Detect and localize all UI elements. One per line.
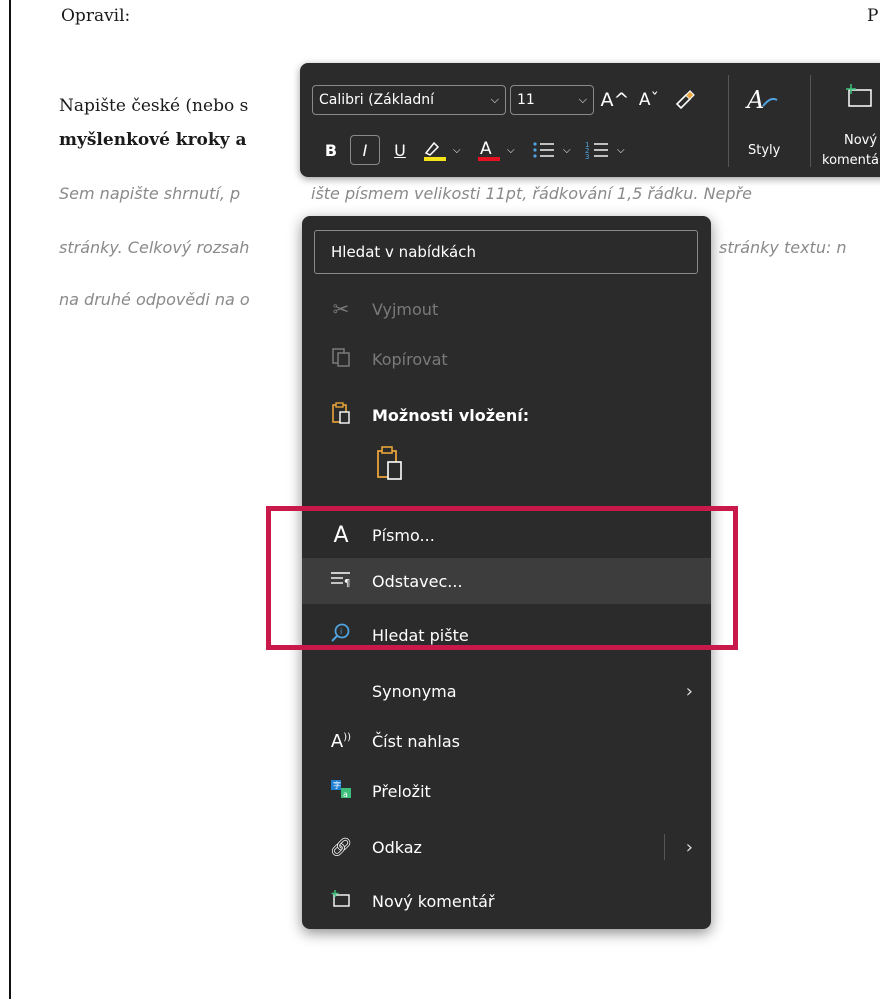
numbering-icon: 123⌵ (585, 141, 625, 161)
submenu-separator (664, 834, 665, 860)
doc-italic-line1-right: ište písmem velikosti 11pt, řádkování 1,… (311, 184, 752, 203)
menu-item-synonyms[interactable]: Synonyma › (302, 668, 711, 714)
italic-button[interactable]: I (350, 135, 380, 165)
menu-item-link[interactable]: 🔗︎ Odkaz › (302, 824, 711, 870)
font-name-value: Calibri (Základní (319, 92, 434, 108)
highlighter-button[interactable]: ⌵ (418, 135, 466, 165)
font-color-icon: A ⌵ (478, 139, 515, 161)
new-comment-icon[interactable] (840, 77, 880, 117)
toolbar-separator (810, 75, 811, 167)
svg-text:⌵: ⌵ (507, 145, 515, 156)
font-size-value: 11 (517, 92, 535, 108)
doc-text-line1: Napište české (nebo s (59, 96, 249, 116)
font-color-button[interactable]: A ⌵ (472, 135, 520, 165)
annotation-highlight-box (266, 506, 738, 650)
bold-button[interactable]: B (318, 135, 344, 165)
translate-icon: 字a (328, 778, 354, 805)
chevron-right-icon: › (685, 680, 693, 702)
underline-button[interactable]: U (388, 135, 412, 165)
doc-italic-line2-right: stránky textu: n (719, 238, 847, 257)
svg-text:⌵: ⌵ (563, 145, 571, 156)
font-name-dropdown[interactable]: Calibri (Základní ⌵ (312, 85, 506, 115)
chevron-down-icon: ⌵ (578, 93, 587, 106)
new-comment-label-2[interactable]: komentář (822, 153, 880, 168)
svg-text:3: 3 (585, 153, 589, 161)
new-comment-label-1[interactable]: Nový (844, 133, 877, 148)
chevron-right-icon[interactable]: › (686, 837, 693, 858)
doc-italic-line2-left: stránky. Celkový rozsah (59, 238, 250, 257)
format-painter-icon[interactable] (670, 85, 700, 115)
read-aloud-icon: A)) (330, 730, 352, 752)
doc-text-line2: myšlenkové kroky a (59, 130, 247, 150)
link-icon: 🔗︎ (329, 836, 353, 858)
menu-item-read-aloud-label: Číst nahlas (372, 731, 460, 751)
new-comment-icon (328, 888, 354, 915)
grow-font-icon[interactable]: A^ (601, 85, 630, 115)
bullets-button[interactable]: ⌵ (528, 135, 576, 165)
menu-item-read-aloud[interactable]: A)) Číst nahlas (302, 718, 711, 764)
styles-icon[interactable]: A (740, 79, 786, 119)
shrink-font-icon[interactable]: Aˇ (636, 85, 662, 115)
svg-text:字: 字 (333, 780, 341, 790)
toolbar-separator (728, 75, 729, 167)
menu-item-new-comment[interactable]: Nový komentář (302, 878, 711, 924)
menu-item-cut[interactable]: ✂ Vyjmout (302, 286, 711, 332)
menu-item-translate[interactable]: 字a Přeložit (302, 768, 711, 814)
svg-text:⌵: ⌵ (453, 145, 461, 156)
paste-keep-formatting-button[interactable] (372, 444, 412, 490)
numbering-button[interactable]: 1 2 3 ⌵ (582, 135, 630, 165)
doc-italic-line3-left: na druhé odpovědi na o (59, 290, 250, 309)
italic-label: I (362, 140, 368, 160)
menu-search-input[interactable]: Hledat v nabídkách (314, 230, 698, 274)
menu-item-link-label: Odkaz (372, 837, 422, 857)
paste-icon (377, 446, 402, 480)
font-size-dropdown[interactable]: 11 ⌵ (510, 85, 594, 115)
highlighter-icon: ⌵ (424, 141, 461, 161)
doc-italic-line1-left: Sem napište shrnutí, p (59, 184, 241, 203)
menu-item-cut-label: Vyjmout (372, 299, 439, 319)
svg-text:⌵: ⌵ (617, 145, 625, 156)
svg-text:A: A (480, 139, 492, 159)
doc-text-right: P (867, 6, 879, 26)
menu-search-placeholder: Hledat v nabídkách (331, 243, 476, 261)
copy-icon (328, 346, 354, 373)
menu-item-translate-label: Přeložit (372, 781, 431, 801)
doc-text-opravil: Opravil: (61, 6, 131, 26)
menu-item-synonyms-label: Synonyma (372, 681, 457, 701)
mini-toolbar: Calibri (Základní ⌵ 11 ⌵ A^ Aˇ B I U ⌵ A… (300, 63, 880, 177)
bullets-icon: ⌵ (533, 142, 571, 158)
menu-item-copy[interactable]: Kopírovat (302, 336, 711, 382)
menu-paste-options-header: Možnosti vložení: (302, 392, 711, 438)
styles-label[interactable]: Styly (748, 143, 780, 158)
menu-paste-options-label: Možnosti vložení: (372, 405, 530, 425)
svg-text:a: a (343, 790, 348, 799)
paste-icon (328, 401, 354, 430)
menu-item-new-comment-label: Nový komentář (372, 891, 495, 911)
svg-text:A: A (745, 86, 764, 114)
scissors-icon: ✂ (332, 297, 350, 321)
menu-item-copy-label: Kopírovat (372, 349, 448, 369)
chevron-down-icon: ⌵ (490, 93, 499, 106)
